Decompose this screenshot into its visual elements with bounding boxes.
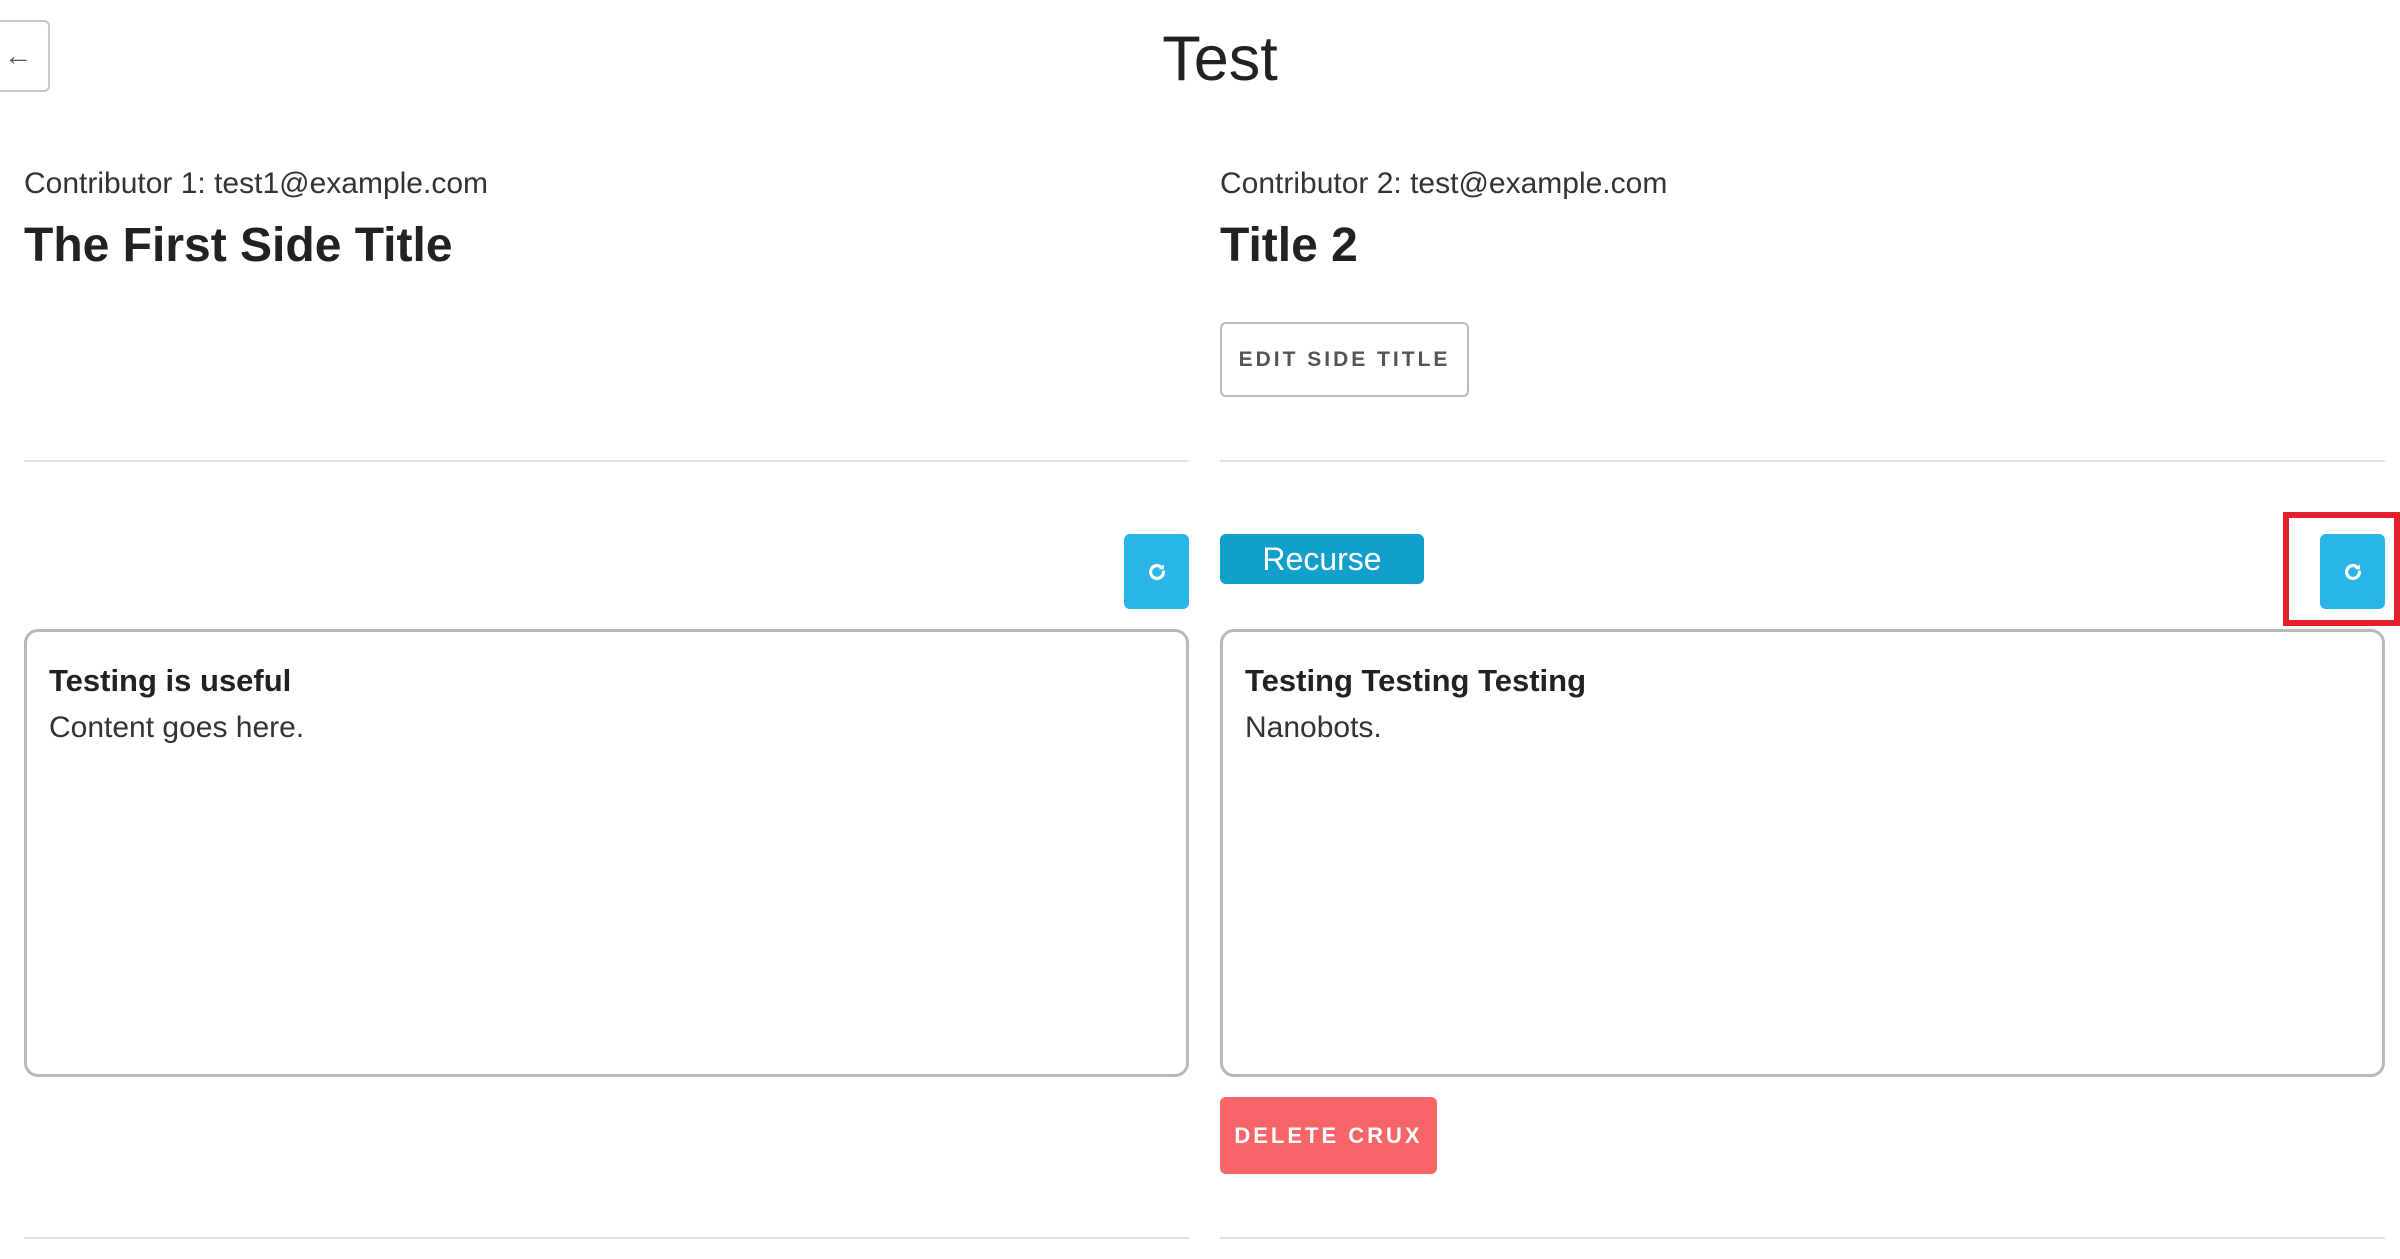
side-title: The First Side Title [24, 219, 453, 272]
contributor-label: Contributor 1: test1@example.com [24, 167, 488, 200]
crux-content: Content goes here. [49, 711, 305, 744]
crux-title: Testing is useful [49, 663, 292, 698]
right-side-panel: Contributor 2: test@example.com Title 2 … [1220, 0, 2385, 1259]
delete-crux-button[interactable]: DELETE CRUX [1220, 1097, 1437, 1174]
crux-card[interactable]: Testing Testing Testing Nanobots. [1220, 629, 2385, 1077]
refresh-button[interactable] [1124, 534, 1189, 609]
crux-title: Testing Testing Testing [1245, 663, 1586, 698]
refresh-icon [1148, 563, 1165, 580]
side-title: Title 2 [1220, 219, 1358, 272]
refresh-button[interactable] [2320, 534, 2385, 609]
divider [1220, 460, 2385, 462]
edit-side-title-button[interactable]: EDIT SIDE TITLE [1220, 322, 1469, 397]
contributor-label: Contributor 2: test@example.com [1220, 167, 1668, 200]
recurse-button[interactable]: Recurse [1220, 534, 1424, 584]
divider [24, 1237, 1189, 1239]
divider [1220, 1237, 2385, 1239]
refresh-icon [2344, 563, 2361, 580]
crux-content: Nanobots. [1245, 711, 1382, 744]
divider [24, 460, 1189, 462]
left-side-panel: Contributor 1: test1@example.com The Fir… [24, 0, 1189, 1259]
crux-card[interactable]: Testing is useful Content goes here. [24, 629, 1189, 1077]
